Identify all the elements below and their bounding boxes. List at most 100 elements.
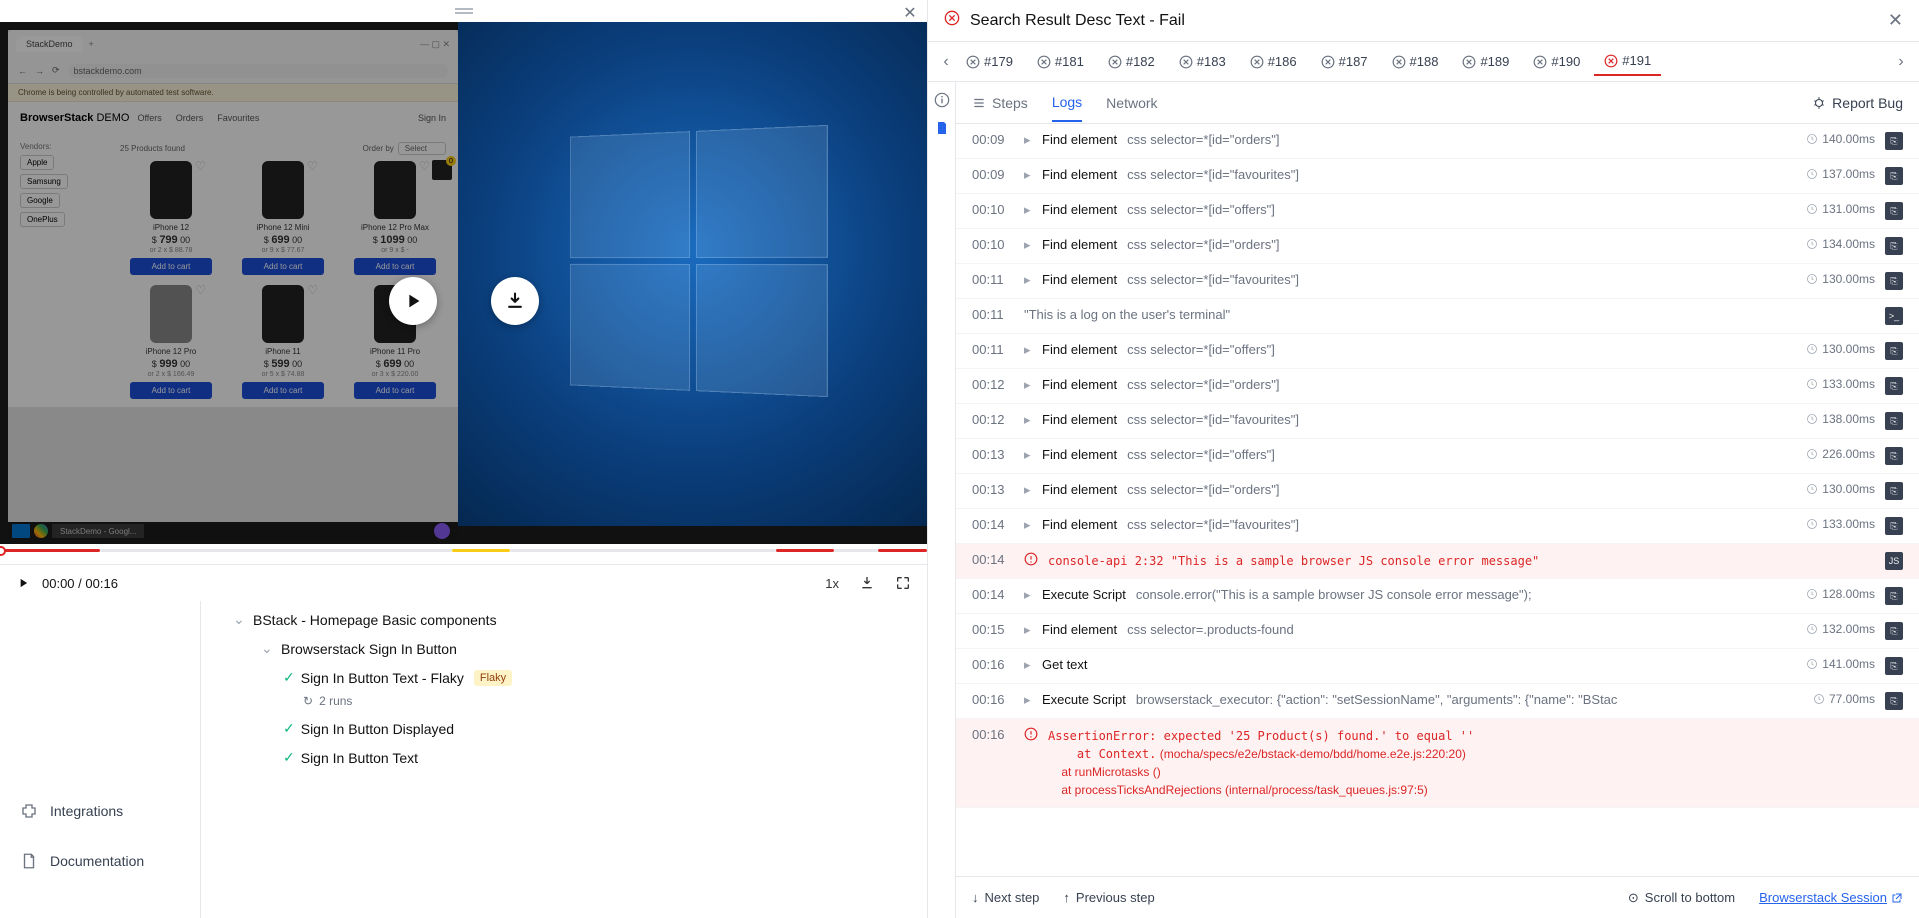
close-panel-icon[interactable]: ✕ — [1888, 10, 1903, 31]
error-icon — [1024, 727, 1038, 744]
panel-header: Search Result Desc Text - Fail ✕ — [928, 0, 1919, 42]
run-tab[interactable]: #190 — [1523, 47, 1590, 76]
action-badge-icon: ⎘ — [1885, 377, 1903, 395]
action-badge-icon: ⎘ — [1885, 692, 1903, 710]
log-row[interactable]: 00:15▸Find elementcss selector=.products… — [956, 614, 1919, 649]
scroll-bottom-button[interactable]: ⊙Scroll to bottom — [1628, 890, 1735, 906]
log-command: Find element — [1042, 377, 1117, 392]
run-tab[interactable]: #187 — [1311, 47, 1378, 76]
run-tab[interactable]: #186 — [1240, 47, 1307, 76]
log-row[interactable]: 00:12▸Find elementcss selector=*[id="ord… — [956, 369, 1919, 404]
progress-thumb[interactable] — [0, 546, 6, 556]
terminal-badge-icon: >_ — [1885, 307, 1903, 325]
log-duration: 137.00ms — [1806, 167, 1875, 181]
play-button[interactable] — [16, 576, 30, 590]
video-progress[interactable] — [0, 544, 927, 564]
info-icon[interactable] — [934, 92, 950, 108]
tree-item[interactable]: ✓ Sign In Button Text — [213, 743, 915, 772]
log-time: 00:09 — [972, 132, 1014, 147]
drag-handle-icon[interactable] — [452, 5, 476, 17]
session-link[interactable]: Browserstack Session — [1759, 890, 1903, 905]
log-duration: 141.00ms — [1806, 657, 1875, 671]
chrome-icon — [34, 524, 48, 538]
url-bar: bstackdemo.com — [68, 64, 448, 78]
log-row[interactable]: 00:13▸Find elementcss selector=*[id="ord… — [956, 474, 1919, 509]
sidebar-item-integrations[interactable]: Integrations — [0, 794, 200, 828]
tab-logs[interactable]: Logs — [1052, 84, 1082, 122]
tree-item[interactable]: ✓ Sign In Button Text - Flaky Flaky — [213, 663, 915, 692]
run-tab[interactable]: #182 — [1098, 47, 1165, 76]
sidebar-item-documentation[interactable]: Documentation — [0, 844, 200, 878]
log-detail: css selector=*[id="orders"] — [1127, 482, 1796, 497]
log-duration: 128.00ms — [1806, 587, 1875, 601]
document-icon[interactable] — [934, 120, 950, 136]
log-row[interactable]: 00:12▸Find elementcss selector=*[id="fav… — [956, 404, 1919, 439]
run-tab[interactable]: #183 — [1169, 47, 1236, 76]
log-command: Find element — [1042, 412, 1117, 427]
log-row[interactable]: 00:11▸Find elementcss selector=*[id="off… — [956, 334, 1919, 369]
log-row[interactable]: 00:09▸Find elementcss selector=*[id="ord… — [956, 124, 1919, 159]
report-bug-button[interactable]: Report Bug — [1812, 95, 1903, 111]
run-tabs-bar: ‹ #179#181#182#183#186#187#188#189#190#1… — [928, 42, 1919, 82]
run-tab[interactable]: #179 — [956, 47, 1023, 76]
log-command: Execute Script — [1042, 587, 1126, 602]
log-row[interactable]: 00:11▸Find elementcss selector=*[id="fav… — [956, 264, 1919, 299]
log-row[interactable]: 00:13▸Find elementcss selector=*[id="off… — [956, 439, 1919, 474]
fullscreen-icon[interactable] — [895, 575, 911, 591]
log-row[interactable]: 00:16AssertionError: expected '25 Produc… — [956, 719, 1919, 808]
action-badge-icon: ⎘ — [1885, 237, 1903, 255]
chevron-right-icon: ▸ — [1024, 202, 1032, 218]
close-icon[interactable]: ✕ — [901, 4, 919, 22]
log-row[interactable]: 00:14▸Execute Scriptconsole.error("This … — [956, 579, 1919, 614]
action-badge-icon: ⎘ — [1885, 272, 1903, 290]
log-duration: 77.00ms — [1813, 692, 1875, 706]
log-row[interactable]: 00:10▸Find elementcss selector=*[id="ord… — [956, 229, 1919, 264]
log-row[interactable]: 00:16▸Get text141.00ms⎘ — [956, 649, 1919, 684]
log-row[interactable]: 00:16▸Execute Scriptbrowserstack_executo… — [956, 684, 1919, 719]
tree-item[interactable]: ✓ Sign In Button Displayed — [213, 714, 915, 743]
tab-network[interactable]: Network — [1106, 85, 1157, 121]
log-command: Get text — [1042, 657, 1088, 672]
log-detail: css selector=*[id="orders"] — [1127, 132, 1796, 147]
log-time: 00:16 — [972, 727, 1014, 742]
download-overlay-button[interactable] — [491, 277, 539, 325]
play-overlay-button[interactable] — [389, 277, 437, 325]
log-duration: 130.00ms — [1806, 482, 1875, 496]
tab-steps[interactable]: Steps — [972, 85, 1028, 121]
tree-item[interactable]: ⌄ Browserstack Sign In Button — [213, 634, 915, 663]
log-duration: 134.00ms — [1806, 237, 1875, 251]
log-time: 00:09 — [972, 167, 1014, 182]
log-time: 00:16 — [972, 657, 1014, 672]
taskbar-app: StackDemo - Googl... — [52, 524, 144, 538]
log-row[interactable]: 00:14console-api 2:32 "This is a sample … — [956, 544, 1919, 579]
scroll-left-icon[interactable]: ‹ — [936, 53, 956, 71]
log-time: 00:14 — [972, 517, 1014, 532]
chevron-right-icon: ▸ — [1024, 657, 1032, 673]
run-tab[interactable]: #191 — [1594, 47, 1661, 76]
run-tab[interactable]: #188 — [1382, 47, 1449, 76]
sub-tabs: Steps Logs Network Report Bug — [956, 82, 1919, 124]
log-duration: 133.00ms — [1806, 377, 1875, 391]
log-row[interactable]: 00:11"This is a log on the user's termin… — [956, 299, 1919, 334]
download-icon[interactable] — [859, 575, 875, 591]
log-duration: 138.00ms — [1806, 412, 1875, 426]
js-badge-icon: JS — [1885, 552, 1903, 570]
log-time: 00:10 — [972, 202, 1014, 217]
test-tree: ⌄ BStack - Homepage Basic components ⌄ B… — [200, 601, 927, 918]
log-command: Find element — [1042, 272, 1117, 287]
log-command: Find element — [1042, 202, 1117, 217]
log-row[interactable]: 00:14▸Find elementcss selector=*[id="fav… — [956, 509, 1919, 544]
scroll-right-icon[interactable]: › — [1891, 53, 1911, 71]
tree-item[interactable]: ⌄ BStack - Homepage Basic components — [213, 605, 915, 634]
log-row[interactable]: 00:09▸Find elementcss selector=*[id="fav… — [956, 159, 1919, 194]
speed-button[interactable]: 1x — [825, 576, 839, 591]
pass-icon: ✓ — [283, 749, 295, 766]
log-command: Find element — [1042, 447, 1117, 462]
log-row[interactable]: 00:10▸Find elementcss selector=*[id="off… — [956, 194, 1919, 229]
chevron-right-icon: ▸ — [1024, 622, 1032, 638]
next-step-button[interactable]: ↓Next step — [972, 890, 1039, 905]
run-tab[interactable]: #181 — [1027, 47, 1094, 76]
run-tab[interactable]: #189 — [1452, 47, 1519, 76]
chevron-right-icon: ▸ — [1024, 587, 1032, 603]
previous-step-button[interactable]: ↑Previous step — [1063, 890, 1154, 905]
